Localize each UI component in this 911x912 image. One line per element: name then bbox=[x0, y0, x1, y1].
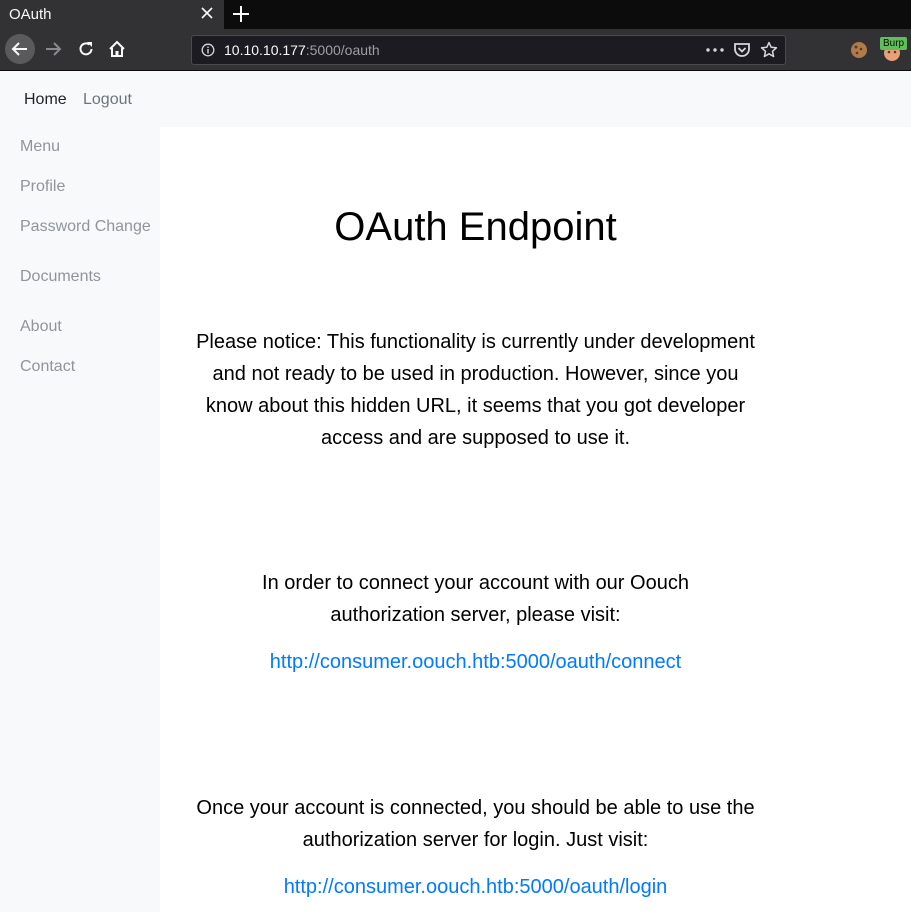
sidebar-item-password-change[interactable]: Password Change bbox=[20, 218, 151, 236]
sidebar-item-menu[interactable]: Menu bbox=[20, 138, 60, 156]
forward-button[interactable] bbox=[38, 34, 68, 64]
site-top-nav: Home Logout bbox=[0, 71, 911, 127]
sidebar-item-about[interactable]: About bbox=[20, 318, 62, 336]
cookie-extension-icon[interactable] bbox=[849, 40, 869, 60]
new-tab-icon[interactable] bbox=[230, 3, 252, 25]
bookmark-star-icon[interactable] bbox=[760, 41, 778, 59]
url-text[interactable]: 10.10.10.177:5000/oauth bbox=[224, 42, 380, 58]
reload-icon bbox=[79, 42, 93, 56]
browser-toolbar: 10.10.10.177:5000/oauth Burp bbox=[0, 29, 911, 71]
login-instructions: Once your account is connected, you shou… bbox=[196, 797, 755, 851]
nav-link-logout[interactable]: Logout bbox=[83, 91, 132, 109]
site-info-icon[interactable] bbox=[201, 43, 215, 57]
back-button[interactable] bbox=[5, 34, 35, 64]
url-actions bbox=[704, 41, 780, 59]
sidebar-item-profile[interactable]: Profile bbox=[20, 178, 65, 196]
browser-tab-bar: OAuth bbox=[0, 0, 911, 29]
back-arrow-icon bbox=[11, 42, 27, 56]
page-actions-icon[interactable] bbox=[704, 41, 726, 59]
nav-link-home[interactable]: Home bbox=[24, 91, 67, 109]
connect-instructions: In order to connect your account with ou… bbox=[262, 572, 689, 626]
url-path: :5000/oauth bbox=[305, 42, 380, 58]
browser-tab[interactable]: OAuth bbox=[0, 0, 224, 29]
close-tab-icon[interactable] bbox=[199, 5, 215, 21]
pocket-icon[interactable] bbox=[733, 41, 751, 59]
reload-button[interactable] bbox=[71, 34, 101, 64]
forward-arrow-icon bbox=[46, 42, 62, 56]
home-button[interactable] bbox=[102, 34, 132, 64]
sidebar-item-contact[interactable]: Contact bbox=[20, 358, 75, 376]
address-bar[interactable]: 10.10.10.177:5000/oauth bbox=[191, 35, 786, 65]
url-host: 10.10.10.177 bbox=[224, 42, 306, 58]
tab-title: OAuth bbox=[9, 6, 52, 23]
main-content: OAuth Endpoint Please notice: This funct… bbox=[160, 127, 911, 912]
oauth-login-link[interactable]: http://consumer.oouch.htb:5000/oauth/log… bbox=[160, 876, 791, 899]
burp-extension-button[interactable]: Burp bbox=[878, 34, 910, 64]
oauth-connect-link[interactable]: http://consumer.oouch.htb:5000/oauth/con… bbox=[160, 651, 791, 674]
sidebar: Menu Profile Password Change Documents A… bbox=[0, 127, 160, 912]
sidebar-item-documents[interactable]: Documents bbox=[20, 268, 101, 286]
notice-text: Please notice: This functionality is cur… bbox=[196, 331, 755, 449]
page-title: OAuth Endpoint bbox=[334, 205, 617, 249]
burp-badge: Burp bbox=[880, 37, 908, 50]
home-icon bbox=[109, 40, 125, 57]
